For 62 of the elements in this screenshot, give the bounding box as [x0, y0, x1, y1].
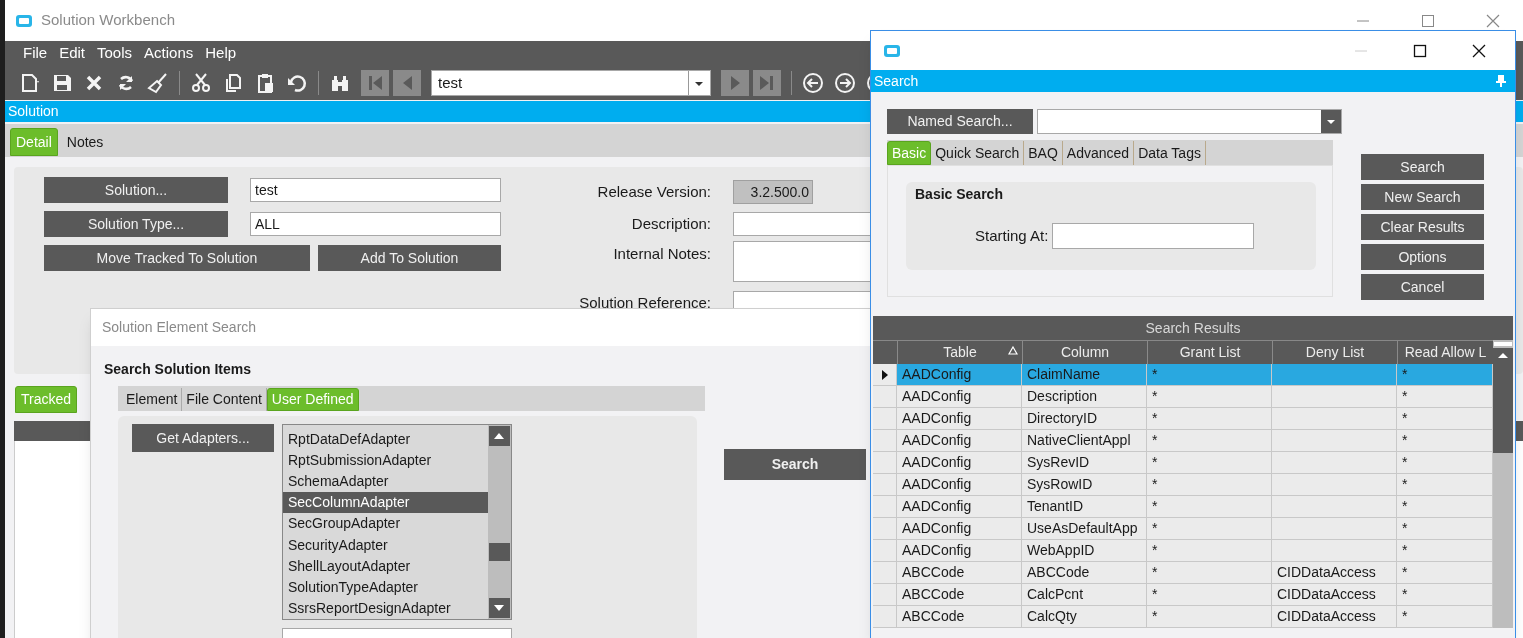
table-row[interactable]: AADConfig DirectoryID * * — [873, 408, 1493, 430]
list-item[interactable]: RptSubmissionAdapter — [283, 450, 488, 472]
list-item[interactable]: SecColumnAdapter — [283, 492, 488, 514]
table-row[interactable]: AADConfig UseAsDefaultApp * * — [873, 518, 1493, 540]
get-adapters-button[interactable]: Get Adapters... — [132, 424, 274, 452]
table-row[interactable]: AADConfig Description * * — [873, 386, 1493, 408]
list-item[interactable]: SchemaAdapter — [283, 471, 488, 493]
panel-title: Search — [874, 71, 920, 91]
list-item[interactable]: SolutionTypeAdapter — [283, 576, 488, 598]
tab[interactable]: Element — [122, 388, 183, 411]
field-label: Starting At: — [975, 225, 1049, 246]
dialog-button[interactable]: Search — [1361, 154, 1484, 180]
search-button[interactable]: Search — [724, 449, 866, 480]
group-label: Basic Search — [915, 185, 1004, 204]
results-title: Search Results — [1145, 318, 1241, 338]
list-item[interactable]: SecurityAdapter — [283, 534, 488, 556]
dialog-button[interactable]: New Search — [1361, 184, 1484, 210]
dialog-button[interactable]: Clear Results — [1361, 214, 1484, 240]
table-cell: CIDDataAccess — [1272, 606, 1397, 628]
table-row[interactable]: AADConfig TenantID * * — [873, 496, 1493, 518]
panel-title: Solution — [8, 102, 59, 121]
list-item[interactable]: ShellLayoutAdapter — [283, 555, 488, 577]
menu-item[interactable]: File — [23, 41, 48, 64]
field-label: Solution Reference: — [578, 292, 711, 313]
table-row[interactable]: ABCCode CalcQty * CIDDataAccess * — [873, 606, 1493, 628]
move-tracked-button[interactable]: Move Tracked To Solution — [44, 245, 310, 271]
release-version-field: 3.2.500.0 — [733, 180, 813, 204]
solution-type-button[interactable]: Solution Type... — [44, 211, 228, 237]
field-label: Internal Notes: — [612, 244, 711, 264]
record-combo[interactable]: test — [431, 70, 711, 96]
list-item[interactable]: RptDataDefAdapter — [283, 429, 488, 451]
list-item[interactable]: SecGroupAdapter — [283, 513, 488, 535]
table-row[interactable]: ABCCode CalcPcnt * CIDDataAccess * — [873, 584, 1493, 606]
solution-field[interactable]: test — [250, 178, 501, 202]
menu-item[interactable]: Tools — [97, 41, 133, 64]
menu-item[interactable]: Help — [205, 41, 237, 64]
tab[interactable]: File Content — [182, 388, 267, 411]
named-search-button[interactable]: Named Search... — [887, 109, 1033, 134]
table-row[interactable]: AADConfig WebAppID * * — [873, 540, 1493, 562]
dialog-button[interactable]: Options — [1361, 244, 1484, 270]
table-row[interactable]: AADConfig SysRowID * * — [873, 474, 1493, 496]
solution-type-field[interactable]: ALL — [250, 212, 501, 236]
group-label: Search Solution Items — [104, 360, 253, 379]
add-to-solution-button[interactable]: Add To Solution — [318, 245, 501, 271]
dialog-button[interactable]: Cancel — [1361, 274, 1484, 300]
window-title: Solution Element Search — [102, 318, 257, 337]
list-item[interactable]: SsrsReportDesignAdapter — [283, 597, 488, 619]
table-row[interactable]: AADConfig SysRevID * * — [873, 452, 1493, 474]
table-cell: CalcQty — [1022, 606, 1147, 628]
menu-item[interactable]: Edit — [59, 41, 86, 64]
table-cell: ABCCode — [897, 606, 1022, 628]
table-row[interactable]: ABCCode ABCCode * CIDDataAccess * — [873, 562, 1493, 584]
menu-item[interactable]: Actions — [144, 41, 194, 64]
table-row[interactable]: AADConfig NativeClientAppl * * — [873, 430, 1493, 452]
field-label: Release Version: — [596, 181, 711, 202]
adapter-list[interactable]: RptDataDefAdapter RptSubmissionAdapter SchemaAdapter SecColumnAdapter SecGroupAdapter SecurityAdapter ShellLayoutAdapter SolutionTypeAdapter SsrsReportDesignAdapter — [282, 424, 512, 620]
table-row[interactable]: AADConfig ClaimName * * — [873, 364, 1493, 386]
table-cell: * — [1147, 606, 1272, 628]
solution-button[interactable]: Solution... — [44, 177, 228, 203]
tab[interactable]: Notes — [61, 128, 109, 156]
window-title: Solution Workbench — [41, 10, 175, 31]
field-label: Description: — [630, 213, 711, 234]
